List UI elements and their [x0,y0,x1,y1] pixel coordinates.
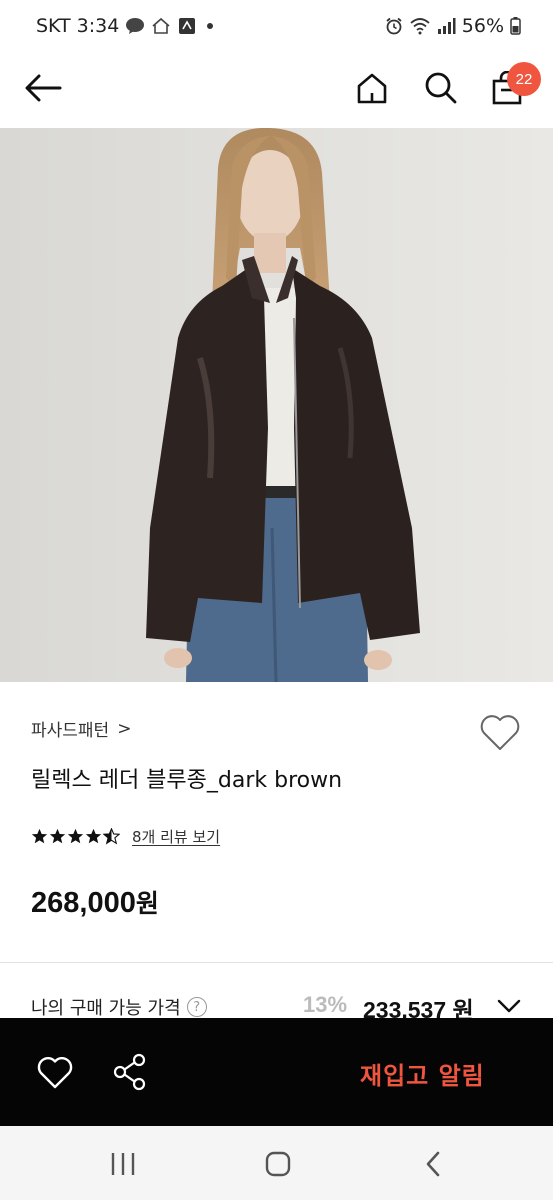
home-nav-button[interactable] [258,1148,298,1180]
product-image[interactable] [0,128,553,682]
rating-stars [31,828,120,845]
share-icon [113,1053,146,1091]
clock: 3:34 [76,15,120,37]
back-button[interactable] [19,64,67,112]
status-left: SKT 3:34 [36,15,214,37]
back-nav-icon [426,1151,440,1177]
carrier-name: SKT [36,15,71,37]
system-nav-bar [0,1126,553,1200]
cart-button[interactable]: 22 [483,62,541,112]
product-photo [0,128,553,682]
app-header: 22 [0,52,553,128]
home-nav-icon [265,1151,291,1177]
star-icon [85,828,102,844]
pay-icon [179,18,196,34]
status-bar: SKT 3:34 56% [0,0,553,52]
home-button[interactable] [348,64,396,112]
like-button[interactable] [479,712,523,756]
talk-icon [126,18,145,34]
review-link[interactable]: 8개 리뷰 보기 [132,826,220,847]
recent-apps-icon [111,1153,135,1175]
chevron-right-icon: > [117,718,132,739]
wifi-icon [410,18,430,35]
rating-row: 8개 리뷰 보기 [31,826,220,847]
chevron-down-icon[interactable] [497,998,521,1014]
search-icon [425,72,457,104]
product-price: 268,000원 [31,884,159,920]
battery-icon [510,17,521,35]
bottom-action-bar: 재입고 알림 [0,1018,553,1126]
notification-dot [207,23,214,29]
back-nav-button[interactable] [413,1148,453,1180]
alarm-icon [386,17,402,35]
brand-name: 파사드패턴 [31,721,110,741]
my-price-label: 나의 구매 가능 가격 [31,998,181,1019]
bottom-like-button[interactable] [36,1054,74,1090]
price-value: 268,000 [31,887,136,919]
half-star-icon [103,828,120,845]
arrow-left-icon [25,74,62,102]
brand-link[interactable]: 파사드패턴 > [31,716,132,742]
cart-count-badge: 22 [507,62,541,96]
status-right: 56% [384,15,521,37]
star-icon [31,828,48,844]
discount-rate: 13% [303,992,348,1017]
search-button[interactable] [417,64,465,112]
signal-icon [437,18,456,34]
price-unit: 원 [135,889,159,918]
star-icon [67,828,84,844]
battery-percent: 56% [461,15,504,37]
heart-icon [480,715,520,750]
star-icon [49,828,66,844]
heart-icon [37,1057,73,1089]
share-button[interactable] [112,1053,148,1091]
help-icon[interactable]: ? [186,997,207,1017]
recent-apps-button[interactable] [103,1148,143,1180]
home-icon [357,73,387,104]
my-price-label-group: 나의 구매 가능 가격 ? [31,994,207,1020]
product-title: 릴렉스 레더 블루종_dark brown [31,768,343,793]
divider [0,962,553,963]
home-notification-icon [152,17,170,34]
restock-alert-button[interactable]: 재입고 알림 [360,1056,485,1091]
